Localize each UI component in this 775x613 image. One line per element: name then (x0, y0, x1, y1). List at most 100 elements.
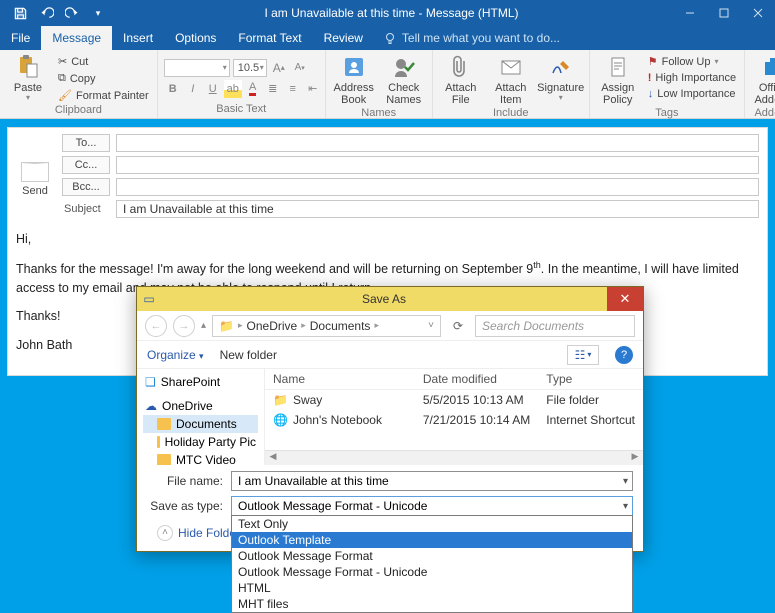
type-option[interactable]: Outlook Template (232, 532, 632, 548)
close-icon[interactable] (741, 0, 775, 26)
paste-button[interactable]: Paste ▾ (6, 54, 50, 103)
file-list[interactable]: Name Date modified Type 📁Sway 5/5/2015 1… (265, 369, 643, 465)
cut-button[interactable]: ✂Cut (56, 54, 151, 69)
table-row[interactable]: 🌐John's Notebook 7/21/2015 10:14 AM Inte… (265, 410, 643, 430)
close-button[interactable]: ✕ (607, 287, 643, 311)
office-addins-button[interactable]: Office Add-ins (751, 54, 775, 106)
view-button[interactable]: ☷▾ (567, 345, 599, 365)
undo-icon[interactable] (34, 2, 58, 24)
qat-customize-icon[interactable]: ▾ (86, 2, 110, 24)
tree-holiday[interactable]: Holiday Party Pic (143, 433, 258, 451)
tab-message[interactable]: Message (41, 26, 112, 50)
tree-sharepoint[interactable]: ❑SharePoint (143, 373, 258, 391)
high-importance-button[interactable]: !High Importance (646, 71, 738, 85)
body-greeting: Hi, (16, 230, 759, 249)
to-button[interactable]: To... (62, 134, 110, 152)
type-option[interactable]: Outlook Message Format - Unicode (232, 564, 632, 580)
file-name-field[interactable]: I am Unavailable at this time (231, 471, 633, 491)
paste-icon (13, 54, 43, 80)
check-names-button[interactable]: Check Names (382, 54, 426, 106)
cc-field[interactable] (116, 156, 759, 174)
assign-policy-label: Assign Policy (601, 82, 634, 106)
bcc-button[interactable]: Bcc... (62, 178, 110, 196)
tree-documents[interactable]: Documents (143, 415, 258, 433)
save-type-dropdown[interactable]: Text Only Outlook Template Outlook Messa… (231, 515, 633, 613)
brush-icon: 🖌 (58, 89, 72, 102)
bcc-field[interactable] (116, 178, 759, 196)
tab-insert[interactable]: Insert (112, 26, 164, 50)
tab-file[interactable]: File (0, 26, 41, 50)
col-date[interactable]: Date modified (415, 369, 538, 390)
font-size-combo[interactable]: 10.5 (233, 59, 267, 77)
high-importance-label: High Importance (655, 72, 736, 84)
bold-icon[interactable]: B (164, 80, 182, 98)
table-row[interactable]: 📁Sway 5/5/2015 10:13 AM File folder (265, 390, 643, 411)
indent-icon[interactable]: ⇤ (304, 80, 322, 98)
help-button[interactable]: ? (615, 346, 633, 364)
crumb-0[interactable]: OneDrive (247, 319, 298, 333)
ribbon: Paste ▾ ✂Cut ⧉Copy 🖌Format Painter Clipb… (0, 50, 775, 118)
tell-me[interactable]: Tell me what you want to do... (374, 26, 560, 50)
type-option[interactable]: Text Only (232, 516, 632, 532)
shrink-font-icon[interactable]: A▾ (291, 59, 309, 77)
type-option[interactable]: HTML (232, 580, 632, 596)
type-option[interactable]: Outlook Message Format (232, 548, 632, 564)
assign-policy-button[interactable]: Assign Policy (596, 54, 640, 106)
signature-button[interactable]: Signature ▾ (539, 54, 583, 103)
italic-icon[interactable]: I (184, 80, 202, 98)
attach-item-button[interactable]: Attach Item (489, 54, 533, 106)
col-type[interactable]: Type (538, 369, 643, 390)
tree-mtc[interactable]: MTC Video (143, 451, 258, 465)
new-folder-button[interactable]: New folder (220, 348, 277, 362)
save-icon[interactable] (8, 2, 32, 24)
copy-button[interactable]: ⧉ Copy (56, 71, 151, 86)
history-dropdown-icon[interactable]: ˅ (428, 320, 434, 331)
minimize-icon[interactable] (673, 0, 707, 26)
tab-options[interactable]: Options (164, 26, 227, 50)
search-field[interactable]: Search Documents (475, 315, 635, 337)
bullets-icon[interactable]: ≣ (264, 80, 282, 98)
to-field[interactable] (116, 134, 759, 152)
follow-up-label: Follow Up (662, 56, 711, 68)
type-option[interactable]: MHT files (232, 596, 632, 612)
redo-icon[interactable] (60, 2, 84, 24)
tree-onedrive[interactable]: ☁OneDrive (143, 397, 258, 415)
numbering-icon[interactable]: ≡ (284, 80, 302, 98)
attach-file-button[interactable]: Attach File (439, 54, 483, 106)
back-button[interactable]: ← (145, 315, 167, 337)
breadcrumb[interactable]: 📁 ▸ OneDrive ▸ Documents ▸ ˅ (212, 315, 441, 337)
cc-button[interactable]: Cc... (62, 156, 110, 174)
copy-label: Copy (70, 73, 96, 85)
crumb-1[interactable]: Documents (310, 319, 371, 333)
ribbon-tabs: File Message Insert Options Format Text … (0, 26, 775, 50)
low-importance-button[interactable]: ↓Low Importance (646, 87, 738, 101)
organize-button[interactable]: Organize ▾ (147, 348, 204, 362)
nav-tree[interactable]: ❑SharePoint ☁OneDrive Documents Holiday … (137, 369, 265, 465)
font-combo[interactable] (164, 59, 230, 77)
forward-button[interactable]: → (173, 315, 195, 337)
font-color-icon[interactable]: A (244, 80, 262, 98)
signature-icon (546, 54, 576, 80)
up-button[interactable]: ▴ (201, 320, 206, 331)
horizontal-scrollbar[interactable]: ◀▶ (265, 450, 643, 465)
follow-up-button[interactable]: ⚑Follow Up▾ (646, 54, 738, 69)
send-button[interactable]: Send (16, 134, 54, 218)
group-names: Address Book Check Names Names (326, 50, 433, 118)
tab-review[interactable]: Review (313, 26, 374, 50)
file-name-label: File name: (147, 474, 223, 488)
attach-item-label: Attach Item (495, 82, 526, 106)
save-type-combo[interactable]: Outlook Message Format - Unicode (231, 496, 633, 516)
address-book-button[interactable]: Address Book (332, 54, 376, 106)
refresh-button[interactable]: ⟳ (447, 319, 469, 333)
app-icon: ▭ (137, 292, 161, 306)
format-painter-button[interactable]: 🖌Format Painter (56, 88, 151, 103)
col-name[interactable]: Name (265, 369, 415, 390)
grow-font-icon[interactable]: A▴ (270, 59, 288, 77)
copy-icon: ⧉ (58, 72, 66, 85)
underline-icon[interactable]: U (204, 80, 222, 98)
address-book-icon (339, 54, 369, 80)
subject-field[interactable] (116, 200, 759, 218)
maximize-icon[interactable] (707, 0, 741, 26)
tab-format-text[interactable]: Format Text (227, 26, 312, 50)
highlight-icon[interactable]: ab (224, 80, 242, 98)
